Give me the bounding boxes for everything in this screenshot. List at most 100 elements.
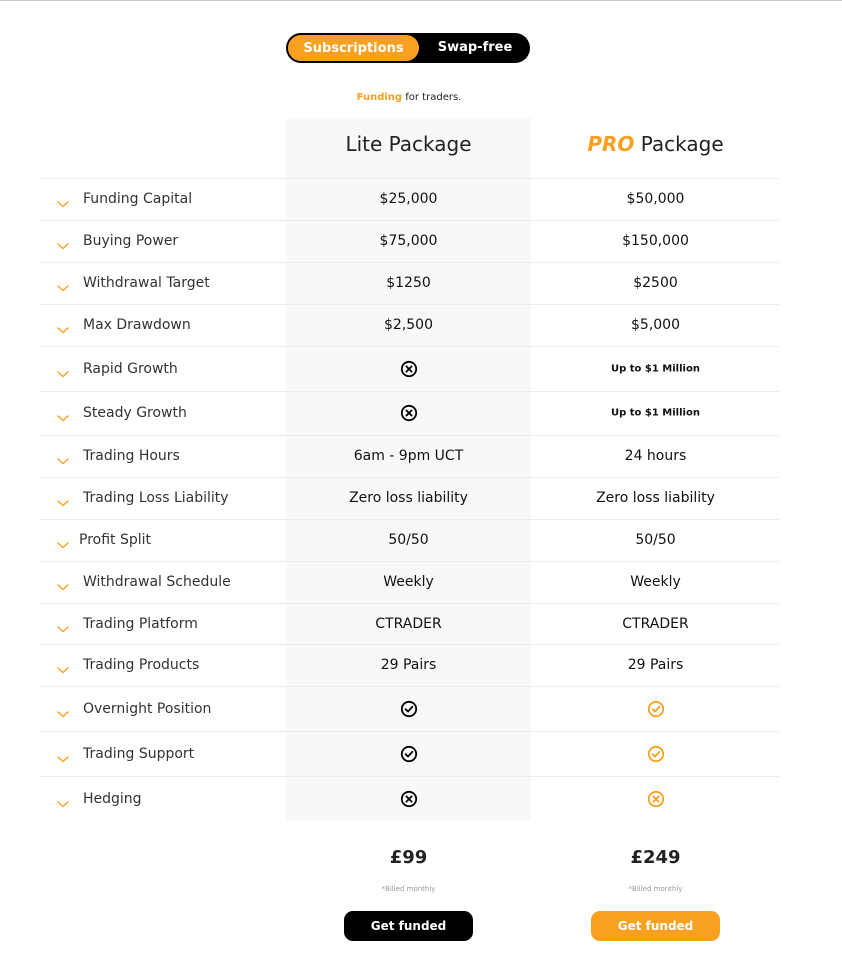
row-label: Trading Support [83,745,195,762]
table-row[interactable]: Buying Power $75,000 $150,000 [40,220,779,262]
row-label: Trading Platform [83,615,198,632]
row-divider [40,519,779,520]
row-label: Withdrawal Schedule [83,574,231,590]
lite-value: Zero loss liability [349,490,468,506]
pro-value: 24 hours [624,448,687,464]
lite-get-funded-button[interactable]: Get funded [344,911,473,941]
pro-package-title-rest: Package [634,132,724,156]
lite-value: $25,000 [379,191,438,207]
tagline-rest: for traders. [402,92,462,103]
pro-value: 50/50 [635,532,676,548]
toggle-option-swap-free[interactable]: Swap-free [420,33,530,63]
chevron-down-icon[interactable] [56,493,70,507]
row-divider [40,686,779,687]
row-label: Funding Capital [83,191,193,207]
row-label: Hedging [83,790,142,807]
check-circle-icon [533,745,778,763]
row-label: Profit Split [79,532,152,548]
check-circle-icon [286,745,531,763]
pro-value: Up to $1 Million [611,363,700,374]
row-divider [40,603,779,604]
table-row[interactable]: Overnight Position [40,686,779,731]
lite-value: $75,000 [379,233,438,249]
row-divider [40,346,779,347]
table-row[interactable]: Hedging [40,776,779,821]
row-label: Rapid Growth [83,360,178,377]
chevron-down-icon[interactable] [56,451,70,465]
row-divider [40,262,779,263]
lite-value: CTRADER [375,615,442,632]
lite-value: 29 Pairs [380,657,437,673]
table-row[interactable]: Funding Capital $25,000 $50,000 [40,178,779,220]
pro-get-funded-button[interactable]: Get funded [591,911,720,941]
x-circle-icon [533,790,778,808]
toggle-option-subscriptions[interactable]: Subscriptions [287,34,420,62]
row-divider [40,776,779,777]
row-label: Trading Products [83,657,200,673]
plan-type-toggle[interactable]: Subscriptions Swap-free [286,33,530,63]
chevron-down-icon[interactable] [56,236,70,250]
chevron-down-icon[interactable] [56,660,70,674]
row-divider [40,304,779,305]
chevron-down-icon[interactable] [56,704,70,717]
pro-value: 29 Pairs [627,657,684,673]
pro-billed-note: *Billed monthly [628,885,683,893]
chevron-down-icon[interactable] [56,364,70,377]
table-row[interactable]: Rapid Growth Up to $1 Million [40,346,779,391]
x-circle-icon [286,790,531,808]
lite-price: £99 [389,847,428,868]
pro-value: $50,000 [626,191,685,207]
row-label: Steady Growth [83,405,187,421]
table-row[interactable]: Withdrawal Schedule Weekly Weekly [40,561,779,603]
row-divider [40,220,779,221]
x-circle-icon [286,360,531,378]
chevron-down-icon[interactable] [56,408,70,422]
tagline-highlight: Funding [356,92,403,103]
lite-package-title: Lite Package [345,132,472,156]
row-label: Trading Hours [83,448,180,464]
pro-value: $5,000 [631,317,680,333]
lite-value: $2,500 [384,317,433,333]
pro-value: $150,000 [622,233,689,249]
table-row[interactable]: Trading Hours 6am - 9pm UCT 24 hours [40,435,779,477]
lite-billed-note: *Billed monthly [381,885,436,893]
lite-value: $1250 [386,275,431,291]
chevron-down-icon[interactable] [56,535,70,549]
row-divider [40,731,779,732]
row-divider [40,178,779,179]
table-row[interactable]: Trading Platform CTRADER CTRADER [40,603,779,644]
chevron-down-icon[interactable] [56,577,70,591]
check-circle-icon [533,700,778,718]
row-label: Max Drawdown [83,317,191,333]
chevron-down-icon[interactable] [56,194,70,208]
table-row[interactable]: Max Drawdown $2,500 $5,000 [40,304,779,346]
chevron-down-icon[interactable] [56,749,70,762]
top-divider [0,0,842,1]
row-label: Withdrawal Target [83,275,210,291]
chevron-down-icon[interactable] [56,320,70,334]
table-row[interactable]: Trading Loss Liability Zero loss liabilit… [40,477,779,519]
row-divider [40,561,779,562]
pro-word: PRO [587,132,635,156]
lite-value: 6am - 9pm UCT [353,448,464,464]
table-row[interactable]: Profit Split 50/50 50/50 [40,519,779,561]
check-circle-icon [286,700,531,718]
chevron-down-icon[interactable] [56,619,70,632]
chevron-down-icon[interactable] [56,278,70,292]
row-divider [40,391,779,392]
table-row[interactable]: Withdrawal Target $1250 $2500 [40,262,779,304]
row-label: Trading Loss Liability [83,490,229,506]
table-row[interactable]: Trading Support [40,731,779,776]
row-divider [40,477,779,478]
tagline: Funding for traders. [286,92,532,103]
chevron-down-icon[interactable] [56,794,70,807]
pro-package-title: PRO Package [533,130,778,158]
row-label: Overnight Position [83,700,212,717]
lite-value: 50/50 [388,532,429,548]
table-row[interactable]: Steady Growth Up to $1 Million [40,391,779,435]
table-row[interactable]: Trading Products 29 Pairs 29 Pairs [40,644,779,686]
row-divider [40,435,779,436]
row-label: Buying Power [83,233,179,249]
lite-value: Weekly [383,574,434,590]
pro-price: £249 [630,847,681,868]
